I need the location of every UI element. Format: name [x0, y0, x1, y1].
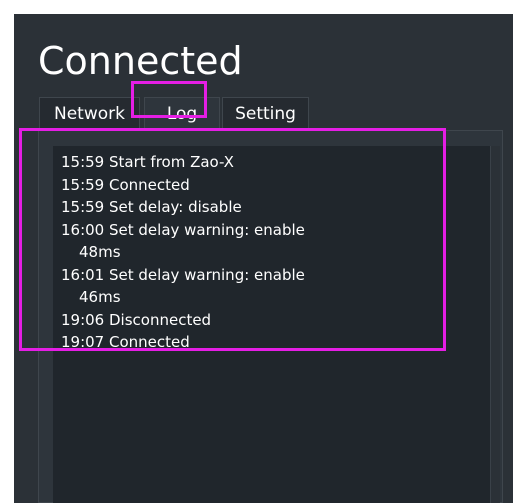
tab-network[interactable]: Network: [39, 97, 140, 129]
log-tab-highlight-box: [131, 81, 207, 118]
log-scrollbar[interactable]: [490, 146, 500, 503]
log-content-highlight-box: [19, 128, 446, 351]
connection-status-title: Connected: [38, 39, 243, 83]
tab-setting[interactable]: Setting: [222, 97, 309, 129]
